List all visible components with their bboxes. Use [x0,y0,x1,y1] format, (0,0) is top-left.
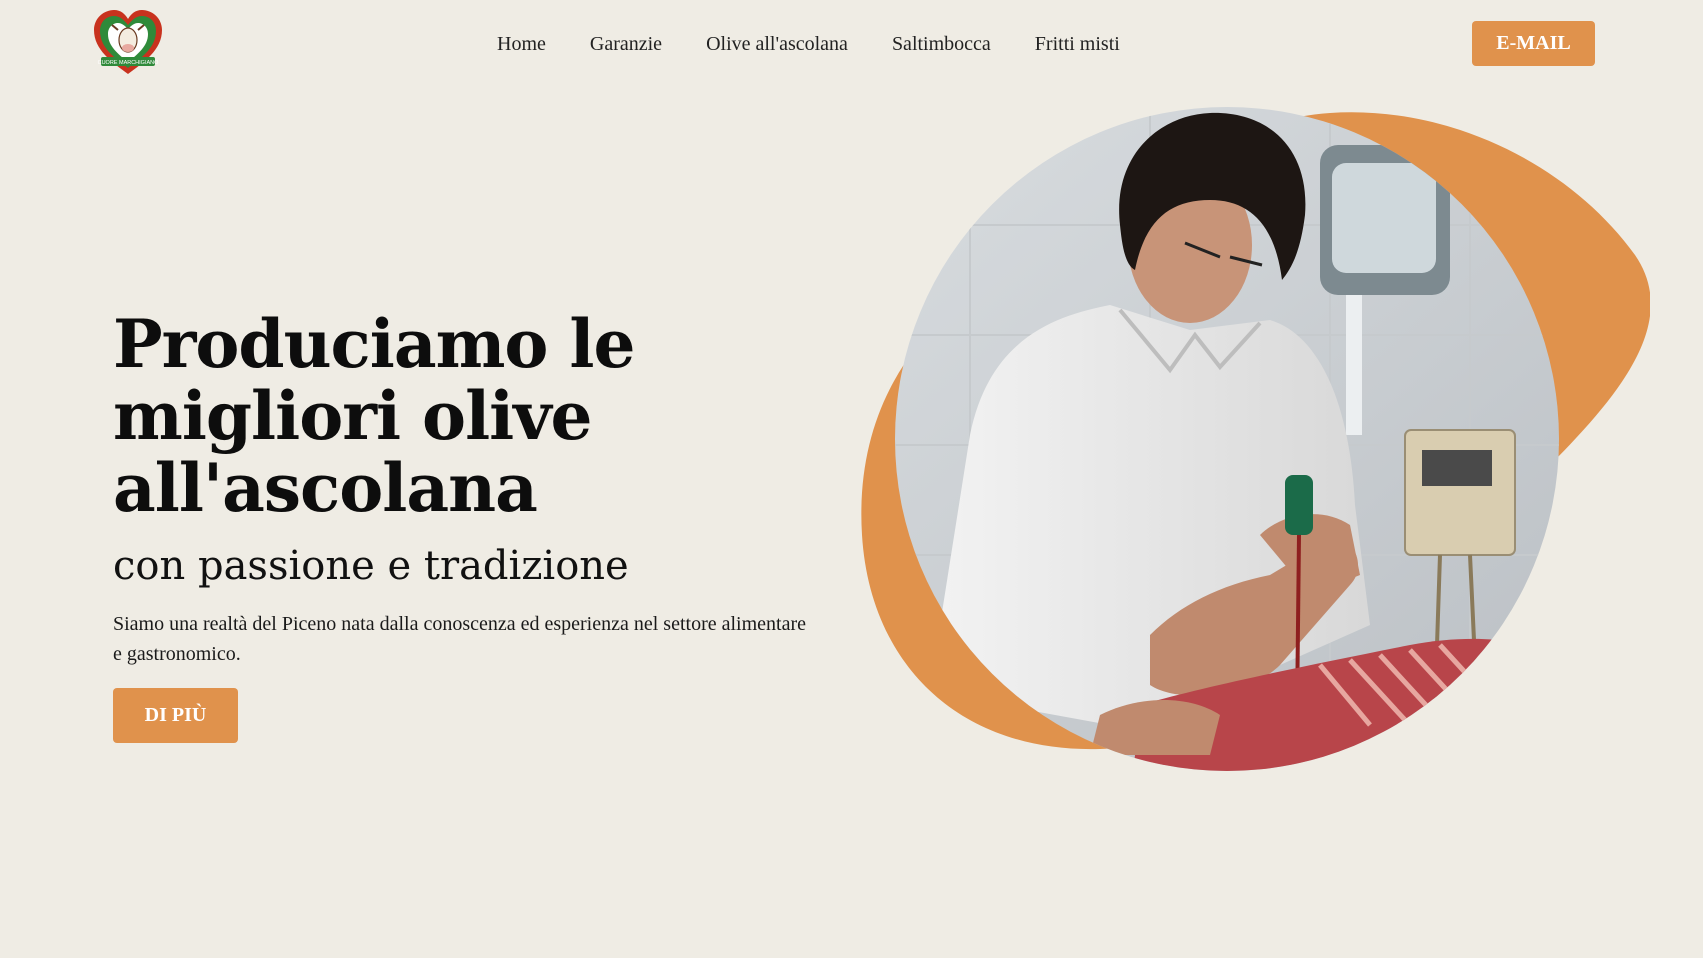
main-nav: Home Garanzie Olive all'ascolana Saltimb… [497,33,1164,56]
hero-image [861,107,1650,771]
nav-garanzie[interactable]: Garanzie [590,33,662,56]
nav-saltimbocca[interactable]: Saltimbocca [892,33,991,56]
logo-text: CUORE MARCHIGIANO [98,60,160,66]
hero-title: Produciamo le migliori olive all'ascolan… [113,305,635,527]
nav-olive-all-ascolana[interactable]: Olive all'ascolana [706,33,848,56]
page: CUORE MARCHIGIANO Home Garanzie Olive al… [0,0,1703,958]
hero-description: Siamo una realtà del Piceno nata dalla c… [113,613,807,665]
nav-fritti-misti[interactable]: Fritti misti [1035,33,1120,56]
hero-subtitle: con passione e tradizione [113,543,629,589]
email-button[interactable]: E-MAIL [1472,21,1595,66]
nav-home[interactable]: Home [497,33,546,56]
logo[interactable]: CUORE MARCHIGIANO [92,10,164,76]
more-button[interactable]: DI PIÙ [113,688,238,743]
